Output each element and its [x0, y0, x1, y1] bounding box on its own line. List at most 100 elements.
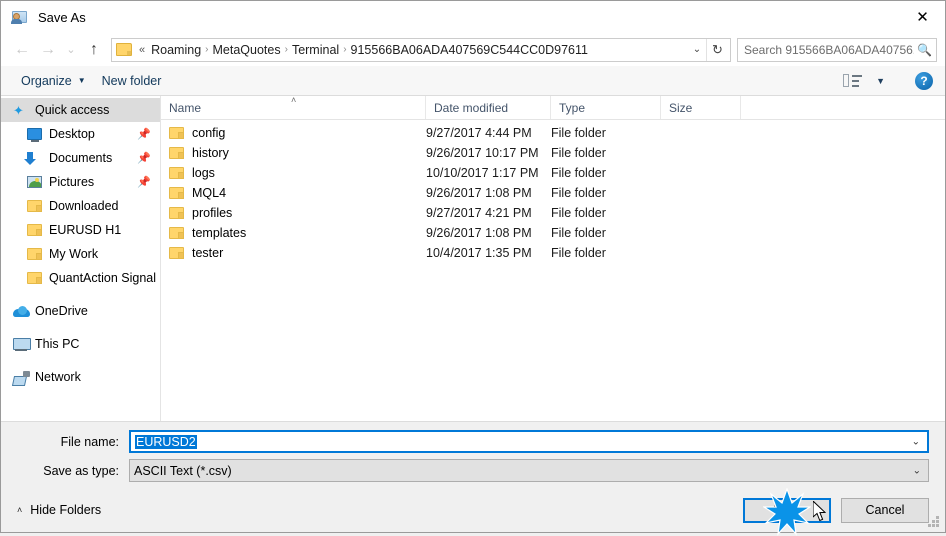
file-type: File folder — [551, 166, 606, 180]
folder-icon — [169, 187, 184, 199]
sidebar-item-desktop[interactable]: Desktop 📌 — [1, 122, 160, 146]
sidebar-item-pictures[interactable]: Pictures 📌 — [1, 170, 160, 194]
sidebar-item-label: This PC — [35, 337, 80, 351]
file-type: File folder — [551, 246, 606, 260]
organize-button[interactable]: Organize ▼ — [13, 71, 94, 91]
table-row[interactable]: tester 10/4/2017 1:35 PM File folder — [161, 243, 945, 263]
folder-icon — [169, 247, 184, 259]
table-row[interactable]: config 9/27/2017 4:44 PM File folder — [161, 123, 945, 143]
sidebar-item-label: OneDrive — [35, 304, 88, 318]
navigation-sidebar: ✦ Quick access Desktop 📌 Documents 📌 Pic… — [1, 96, 161, 421]
cancel-button[interactable]: Cancel — [841, 497, 929, 523]
save-as-dialog: Save As ✕ ← → ⌄ ↑ « Roaming › MetaQuotes… — [0, 0, 946, 536]
sidebar-item-onedrive[interactable]: OneDrive — [1, 299, 160, 323]
breadcrumb-item-roaming[interactable]: Roaming — [148, 43, 204, 57]
folder-icon — [169, 147, 184, 159]
column-header-date-modified[interactable]: Date modified — [426, 96, 551, 119]
file-date: 9/27/2017 4:21 PM — [426, 206, 532, 220]
sidebar-item-label: QuantAction Signal — [49, 271, 157, 285]
close-icon[interactable]: ✕ — [900, 1, 945, 32]
file-date: 10/4/2017 1:35 PM — [426, 246, 532, 260]
column-header-size[interactable]: Size — [661, 96, 741, 119]
sidebar-item-quantaction-signal[interactable]: QuantAction Signal — [1, 266, 160, 290]
refresh-icon[interactable]: ↻ — [706, 38, 728, 61]
folder-icon — [169, 167, 184, 179]
sidebar-item-downloaded[interactable]: Downloaded — [1, 194, 160, 218]
chevron-down-icon[interactable]: ⌄ — [912, 436, 920, 447]
search-placeholder: Search 915566BA06ADA40756... — [744, 42, 915, 57]
new-folder-button[interactable]: New folder — [94, 71, 170, 91]
breadcrumb-overflow-icon[interactable]: « — [136, 44, 148, 56]
file-name-input[interactable]: EURUSD2 ⌄ — [129, 430, 929, 453]
sidebar-item-documents[interactable]: Documents 📌 — [1, 146, 160, 170]
toolbar: Organize ▼ New folder ▼ ? — [1, 66, 945, 96]
recent-locations-button[interactable]: ⌄ — [61, 37, 81, 63]
file-list-body: config 9/27/2017 4:44 PM File folder his… — [161, 120, 945, 421]
forward-button[interactable]: → — [35, 37, 61, 63]
file-list: Name ˄ Date modified Type Size config 9/… — [161, 95, 945, 421]
file-name-cell: profiles — [161, 206, 426, 220]
search-input[interactable]: Search 915566BA06ADA40756... 🔍 — [737, 37, 937, 62]
file-name-label: File name: — [60, 434, 119, 449]
sort-ascending-icon: ˄ — [291, 95, 297, 105]
file-type-select[interactable]: ASCII Text (*.csv) ⌄ — [129, 459, 929, 482]
back-button[interactable]: ← — [9, 37, 35, 63]
file-name: templates — [192, 226, 247, 240]
folder-icon — [169, 207, 184, 219]
table-row[interactable]: profiles 9/27/2017 4:21 PM File folder — [161, 203, 945, 223]
hide-folders-button[interactable]: ˄ Hide Folders — [17, 503, 101, 517]
file-type-value: ASCII Text (*.csv) — [134, 463, 232, 478]
breadcrumb[interactable]: « Roaming › MetaQuotes › Terminal › 9155… — [111, 37, 731, 62]
sidebar-item-label: My Work — [49, 247, 99, 261]
breadcrumb-item-metaquotes[interactable]: MetaQuotes — [210, 43, 284, 57]
file-date: 9/27/2017 4:44 PM — [426, 126, 532, 140]
file-date: 10/10/2017 1:17 PM — [426, 166, 539, 180]
table-row[interactable]: MQL4 9/26/2017 1:08 PM File folder — [161, 183, 945, 203]
breadcrumb-item-terminal[interactable]: Terminal — [289, 43, 342, 57]
sidebar-item-network[interactable]: Network — [1, 365, 160, 389]
sidebar-item-label: Downloaded — [49, 199, 119, 213]
file-name-cell: MQL4 — [161, 186, 426, 200]
sidebar-item-label: Pictures — [49, 175, 95, 189]
breadcrumb-item-terminal-id[interactable]: 915566BA06ADA407569C544CC0D97611 — [348, 43, 688, 57]
sidebar-item-quick-access[interactable]: ✦ Quick access — [1, 98, 160, 122]
table-row[interactable]: templates 9/26/2017 1:08 PM File folder — [161, 223, 945, 243]
help-icon[interactable]: ? — [915, 71, 933, 90]
save-as-icon — [11, 8, 29, 26]
resize-grip[interactable] — [928, 516, 940, 528]
organize-label: Organize — [21, 73, 72, 88]
file-name: MQL4 — [192, 186, 227, 200]
up-button[interactable]: ↑ — [81, 37, 107, 63]
pin-icon[interactable]: 📌 — [137, 152, 151, 165]
column-header-type[interactable]: Type — [551, 96, 661, 119]
sidebar-item-this-pc[interactable]: This PC — [1, 332, 160, 356]
chevron-down-icon[interactable]: ⌄ — [688, 44, 706, 55]
pin-icon[interactable]: 📌 — [137, 176, 151, 189]
sidebar-item-label: EURUSD H1 — [49, 223, 122, 237]
picture-icon — [27, 176, 45, 188]
title-bar: Save As ✕ — [1, 1, 945, 33]
sidebar-item-my-work[interactable]: My Work — [1, 242, 160, 266]
file-type-row: Save as type: ASCII Text (*.csv) ⌄ — [17, 459, 929, 482]
star-icon: ✦ — [13, 102, 24, 118]
file-name: config — [192, 126, 226, 140]
file-date: 9/26/2017 1:08 PM — [426, 186, 532, 200]
new-folder-label: New folder — [101, 73, 162, 88]
table-row[interactable]: logs 10/10/2017 1:17 PM File folder — [161, 163, 945, 183]
column-header-name[interactable]: Name ˄ — [161, 95, 426, 119]
view-options-button[interactable]: ▼ — [835, 70, 893, 92]
file-type-label: Save as type: — [43, 463, 119, 478]
save-button[interactable]: Save — [743, 497, 831, 523]
cloud-icon — [13, 305, 31, 317]
folder-icon — [27, 272, 45, 284]
sidebar-item-label: Documents — [49, 151, 113, 165]
network-icon — [13, 370, 31, 384]
window-title: Save As — [38, 9, 86, 25]
chevron-down-icon[interactable]: ⌄ — [913, 465, 921, 476]
sidebar-item-eurusd-h1[interactable]: EURUSD H1 — [1, 218, 160, 242]
pin-icon[interactable]: 📌 — [137, 128, 151, 141]
file-type: File folder — [551, 126, 606, 140]
table-row[interactable]: history 9/26/2017 10:17 PM File folder — [161, 143, 945, 163]
